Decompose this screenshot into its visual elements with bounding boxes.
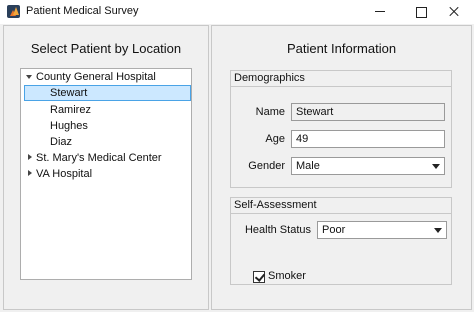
- smoker-checkbox[interactable]: [253, 271, 265, 283]
- location-panel-title: Select Patient by Location: [30, 41, 182, 56]
- tree-node-label: Ramirez: [50, 104, 91, 116]
- demographics-group: Demographics Name Stewart Age 49 Gender …: [230, 70, 452, 188]
- tree-node-county-general[interactable]: County General Hospital: [21, 69, 191, 85]
- patient-tree[interactable]: County General Hospital Stewart Ramirez …: [20, 68, 192, 280]
- close-icon[interactable]: [434, 0, 474, 24]
- patient-info-title: Patient Information: [286, 41, 397, 56]
- gender-label: Gender: [248, 160, 285, 172]
- demographics-title: Demographics: [231, 71, 451, 87]
- location-panel: Select Patient by Location County Genera…: [3, 25, 209, 310]
- gender-value: Male: [296, 160, 320, 172]
- age-label: Age: [265, 133, 285, 145]
- tree-node-diaz[interactable]: Diaz: [21, 134, 191, 150]
- chevron-down-icon[interactable]: [26, 73, 34, 81]
- tree-node-hughes[interactable]: Hughes: [21, 118, 191, 134]
- chevron-right-icon[interactable]: [26, 170, 34, 178]
- name-label: Name: [255, 106, 285, 118]
- title-bar: Patient Medical Survey: [0, 0, 474, 24]
- tree-node-va-hospital[interactable]: VA Hospital: [21, 166, 191, 182]
- tree-node-ramirez[interactable]: Ramirez: [21, 102, 191, 118]
- tree-node-label: VA Hospital: [36, 168, 93, 180]
- health-status-label: Health Status: [244, 224, 311, 236]
- tree-node-label: St. Mary's Medical Center: [36, 152, 162, 164]
- gender-dropdown[interactable]: Male: [291, 157, 445, 175]
- tree-node-st-marys[interactable]: St. Mary's Medical Center: [21, 150, 191, 166]
- health-status-dropdown[interactable]: Poor: [317, 221, 447, 239]
- minimize-icon[interactable]: [360, 0, 400, 24]
- matlab-logo-icon: [7, 5, 20, 18]
- chevron-down-icon: [434, 228, 442, 233]
- health-status-value: Poor: [322, 224, 346, 236]
- tree-node-label: Diaz: [50, 136, 73, 148]
- age-field[interactable]: 49: [291, 130, 445, 148]
- tree-node-stewart[interactable]: Stewart: [24, 85, 191, 101]
- tree-node-label: Stewart: [50, 87, 88, 99]
- tree-node-label: Hughes: [50, 120, 88, 132]
- patient-info-panel: Patient Information Demographics Name St…: [211, 25, 472, 310]
- chevron-right-icon[interactable]: [26, 154, 34, 162]
- name-field[interactable]: Stewart: [291, 103, 445, 121]
- chevron-down-icon: [432, 164, 440, 169]
- self-assessment-group: Self-Assessment Health Status Poor Smoke…: [230, 197, 452, 285]
- window-title: Patient Medical Survey: [26, 5, 139, 17]
- tree-node-label: County General Hospital: [36, 71, 156, 83]
- smoker-label[interactable]: Smoker: [268, 270, 306, 282]
- self-assessment-title: Self-Assessment: [231, 198, 451, 214]
